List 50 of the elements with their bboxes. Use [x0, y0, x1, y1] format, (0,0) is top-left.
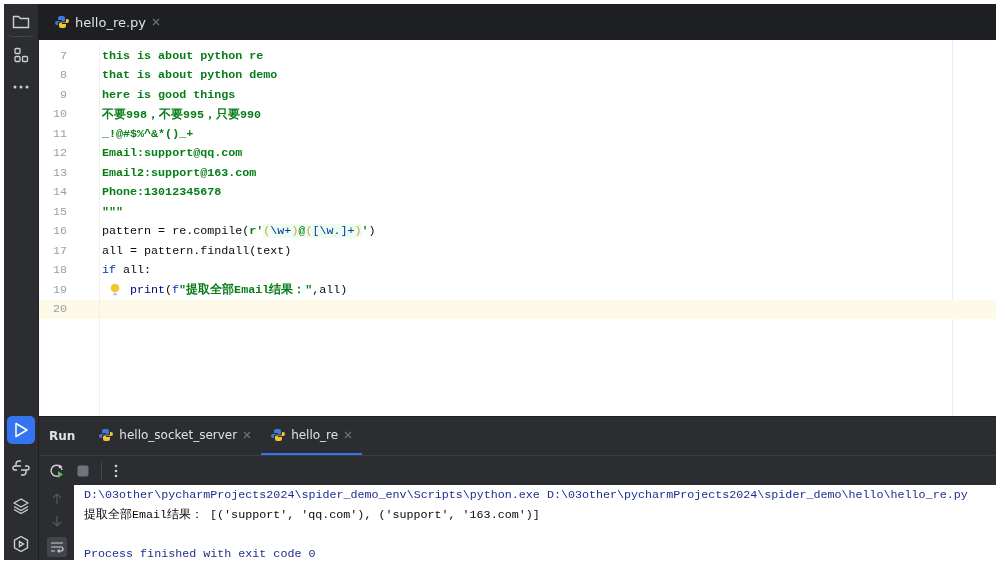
- editor-tab[interactable]: hello_re.py: [47, 4, 169, 40]
- python-file-icon: [55, 15, 69, 29]
- folder-icon[interactable]: [12, 14, 30, 30]
- line-number: 15: [51, 204, 67, 219]
- code-line: 不要998，不要995，只要990: [102, 106, 262, 122]
- line-number: 13: [51, 165, 67, 180]
- console-line: Process finished with exit code 0: [84, 546, 316, 561]
- line-number: 9: [59, 87, 67, 102]
- line-number: 16: [51, 224, 67, 239]
- stop-icon[interactable]: [77, 464, 89, 477]
- rerun-icon[interactable]: [49, 462, 65, 479]
- code-line: that is about python demo: [102, 68, 278, 83]
- run-tab[interactable]: hello_socket_server: [89, 417, 262, 455]
- more-icon[interactable]: [114, 463, 118, 478]
- line-number: 7: [59, 48, 67, 63]
- python-file-icon: [99, 428, 114, 442]
- line-number: 14: [51, 185, 67, 200]
- close-icon[interactable]: [152, 18, 161, 26]
- structure-icon[interactable]: [13, 47, 29, 63]
- line-number: 19: [51, 282, 67, 297]
- close-icon[interactable]: [243, 431, 252, 439]
- line-number: 20: [51, 302, 67, 317]
- code-line: """: [102, 204, 124, 219]
- code-line: Email:support@qq.com: [102, 146, 243, 161]
- layers-icon[interactable]: [12, 497, 30, 515]
- line-number: 17: [51, 243, 67, 258]
- console-line: 提取全部Email结果： [('support', 'qq.com'), ('support', '163.com')]: [84, 507, 540, 522]
- code-line: if all:: [102, 263, 152, 278]
- soft-wrap-icon[interactable]: [46, 537, 67, 557]
- line-number: 11: [51, 126, 67, 141]
- code-line: here is good things: [102, 87, 236, 102]
- line-number: 18: [51, 263, 67, 278]
- python-file-icon: [271, 428, 286, 442]
- code-line: Email2:support@163.com: [102, 165, 257, 180]
- code-line: all = pattern.findall(text): [102, 243, 292, 258]
- services-icon[interactable]: [12, 535, 30, 553]
- close-icon[interactable]: [344, 431, 353, 439]
- line-number: 12: [51, 146, 67, 161]
- console-line: D:\03other\pycharmProjects2024\spider_demo_env\Scripts\python.exe D:\03other\pycharmProjects2024\spider_demo\hello\hello_re.py: [84, 488, 968, 502]
- run-panel-title: Run: [49, 429, 76, 443]
- code-line: pattern = re.compile(r'(\w+)@([\w.]+)'): [102, 224, 376, 239]
- code-line: _!@#$%^&*()_+: [102, 126, 194, 141]
- more-icon[interactable]: [13, 85, 29, 89]
- run-tab[interactable]: hello_re: [261, 417, 363, 455]
- line-number: 10: [51, 107, 67, 122]
- code-line: print(f"提取全部Email结果：",all): [130, 282, 348, 298]
- code-line: this is about python re: [102, 48, 264, 63]
- run-icon[interactable]: [12, 421, 30, 439]
- code-line: Phone:13012345678: [102, 185, 222, 200]
- line-number: 8: [59, 68, 67, 83]
